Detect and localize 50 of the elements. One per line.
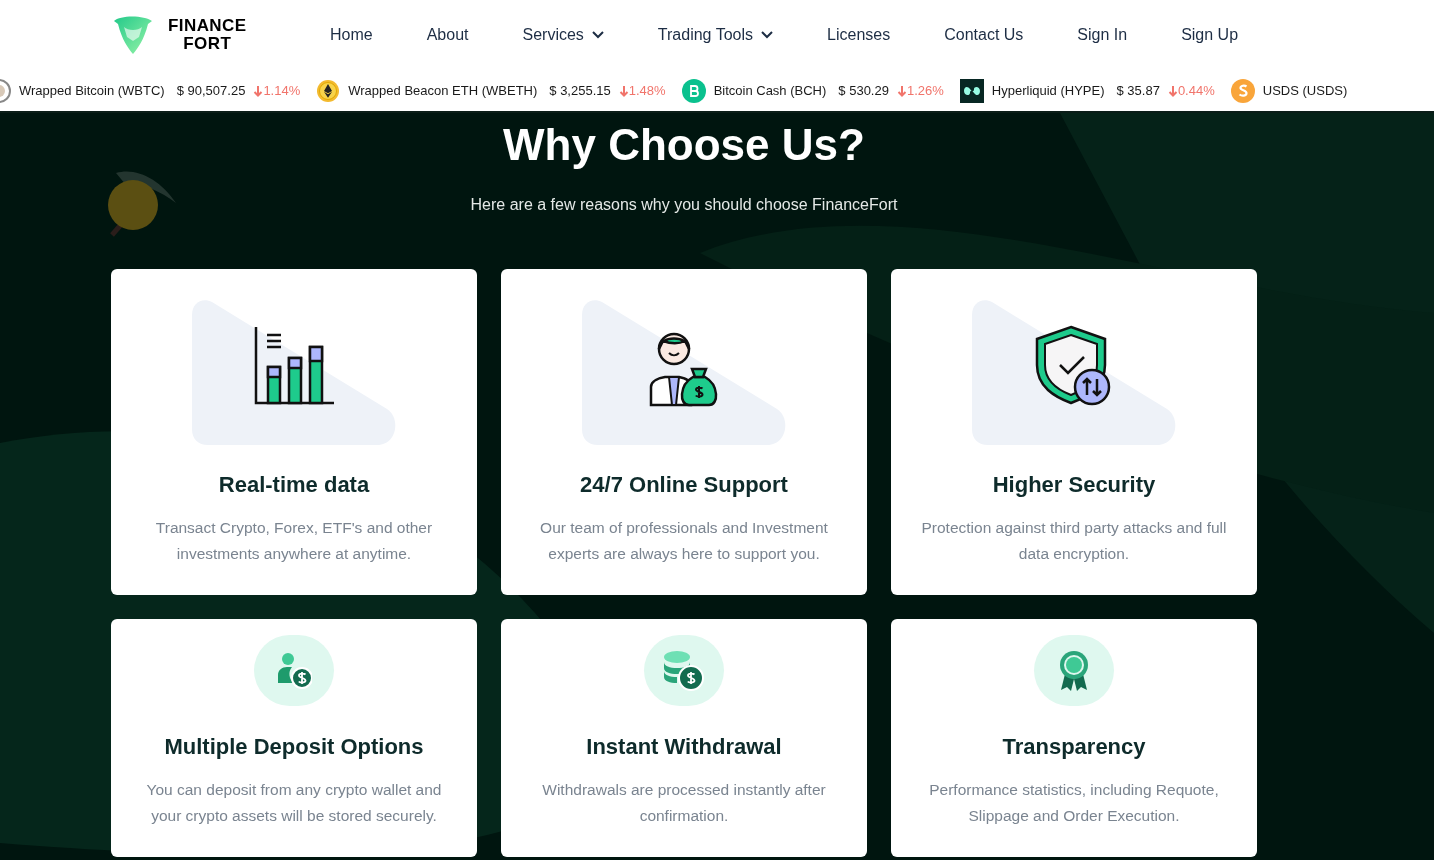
nav-link[interactable]: Trading Tools [630,23,801,47]
user-with-dollar-coin-icon [276,652,312,689]
nav-link[interactable]: Sign In [1050,23,1155,47]
chevron-down-icon [591,31,604,39]
card-description: You can deposit from any crypto wallet and your crypto assets will be stored securely. [145,780,443,826]
coin-price: $ 90,507.25 [176,81,246,100]
brand-name[interactable]: FINANCE FORT [168,17,247,53]
card-title: Instant Withdrawal [586,733,782,761]
coin-name: Hyperliquid (HYPE) [991,81,1105,100]
down-arrow-icon [618,84,629,97]
nav-link[interactable]: Sign Up [1154,23,1266,47]
coin-price: $ 3,255.15 [549,81,611,100]
coin-stack-with-dollar-icon [663,649,705,692]
coin-price: $ 530.29 [838,81,889,100]
award-ribbon-icon [1059,649,1089,692]
down-arrow-icon [1167,84,1178,97]
nav-link[interactable]: Licenses [800,23,918,47]
card-description: Performance statistics, including Requote, Slippage and Order Execution. [928,780,1220,826]
card-title: Higher Security [992,471,1156,499]
bar-chart-icon [253,325,335,407]
hyperliquid-logo-icon [959,78,984,103]
coin-name: Wrapped Beacon ETH (WBETH) [348,81,538,100]
ethereum-coin-icon [316,78,341,103]
price-change: 0.44% [1167,80,1215,101]
card-title: 24/7 Online Support [580,471,788,499]
card-title: Transparency [1002,733,1146,761]
card-description: Protection against third party attacks and full data encryption. [920,518,1228,564]
price-change: 1.14% [253,80,301,101]
price-change: 1.26% [896,80,944,101]
nav-link[interactable]: Contact Us [917,23,1051,47]
down-arrow-icon [253,84,264,97]
nav-link[interactable]: Home [330,23,400,47]
bitcoin-coin-icon [681,78,706,103]
chevron-down-icon [761,31,774,39]
section-title: Why Choose Us? [503,119,865,171]
card-description: Withdrawals are processed instantly after confirmation. [541,780,827,826]
down-arrow-icon [896,84,907,97]
coin-name: Bitcoin Cash (BCH) [713,81,827,100]
coin-name: Wrapped Bitcoin (WBTC) [19,81,165,100]
nav-link[interactable]: Services [495,23,631,47]
coin-name: USDS (USDS) [1262,81,1348,100]
card-description: Transact Crypto, Forex, ETF's and other investments anywhere at anytime. [154,518,434,564]
nav-link[interactable]: About [399,23,496,47]
section-subtitle: Here are a few reasons why you should choose FinanceFort [470,195,898,215]
coin-icon [1230,78,1255,103]
card-title: Multiple Deposit Options [164,733,424,761]
price-change: 1.48% [618,80,666,101]
card-title: Real-time data [218,471,370,499]
card-description: Our team of professionals and Investment experts are always here to support you. [539,518,829,564]
coin-price: $ 35.87 [1116,81,1160,100]
